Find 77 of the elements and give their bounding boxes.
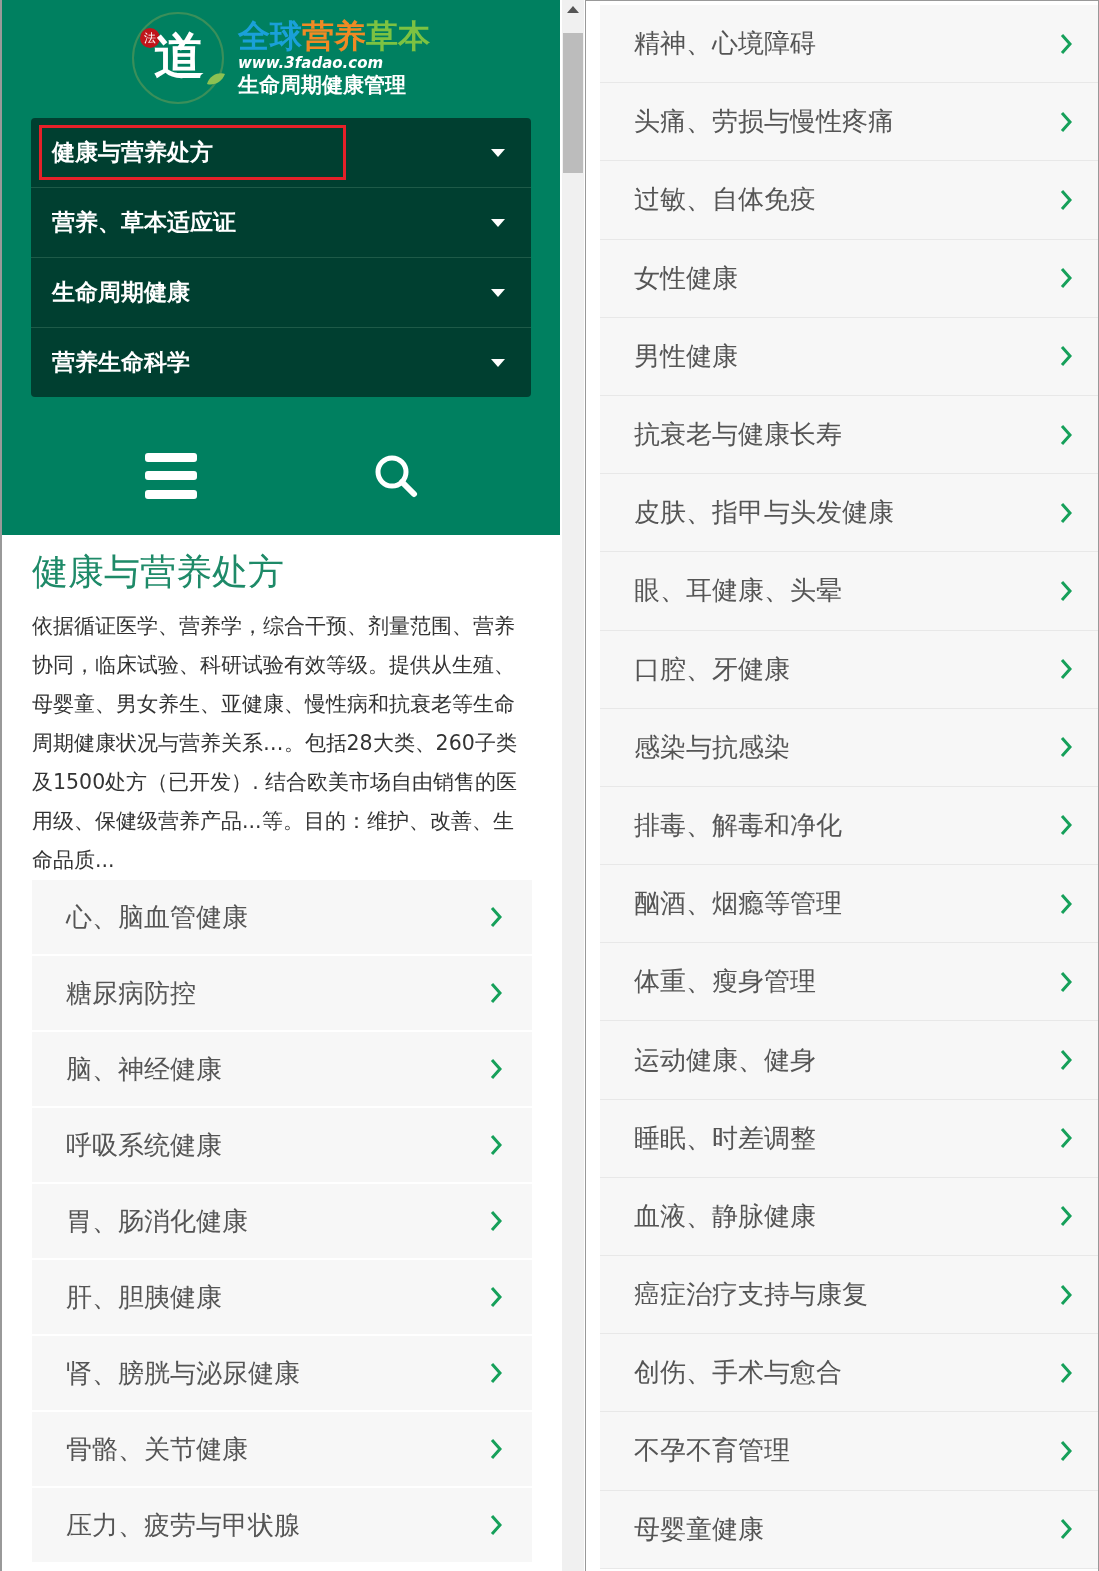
logo-title: 全球营养草本 [238, 18, 430, 54]
category-item[interactable]: 头痛、劳损与慢性疼痛 [600, 83, 1098, 162]
search-icon[interactable] [373, 454, 418, 498]
caret-icon[interactable] [491, 218, 505, 227]
logo-tagline: 生命周期健康管理 [238, 72, 407, 98]
category-item[interactable]: 口腔、牙健康 [600, 630, 1098, 709]
category-item[interactable]: 皮肤、指甲与头发健康 [600, 474, 1098, 553]
scrollbar[interactable] [562, 0, 584, 1571]
caret-icon[interactable] [491, 358, 505, 367]
nav-menu-item[interactable]: 营养、草本适应证 [39, 195, 249, 250]
category-item[interactable]: 感染与抗感染 [600, 708, 1098, 787]
scroll-up-icon[interactable] [567, 6, 579, 13]
chevron-right-icon [1060, 1439, 1072, 1462]
nav-menu-item[interactable]: 生命周期健康 [39, 265, 203, 320]
chevron-right-icon [490, 1514, 502, 1536]
chevron-right-icon [1060, 345, 1072, 368]
chevron-right-icon [1060, 814, 1072, 837]
category-item[interactable]: 癌症治疗支持与康复 [600, 1256, 1098, 1335]
chevron-right-icon [1060, 579, 1072, 602]
category-item[interactable]: 酗酒、烟瘾等管理 [600, 865, 1098, 944]
chevron-right-icon [1060, 892, 1072, 915]
chevron-right-icon [1060, 970, 1072, 993]
chevron-right-icon [1060, 1518, 1072, 1541]
chevron-right-icon [1060, 1127, 1072, 1150]
category-item[interactable]: 精神、心境障碍 [600, 5, 1098, 84]
category-item[interactable]: 糖尿病防控 [32, 956, 532, 1032]
category-item[interactable]: 心、脑血管健康 [32, 880, 532, 956]
category-item[interactable]: 压力、疲劳与甲状腺 [32, 1488, 532, 1564]
chevron-right-icon [1060, 501, 1072, 524]
chevron-right-icon [490, 1438, 502, 1460]
chevron-right-icon [1060, 1361, 1072, 1384]
category-item[interactable]: 呼吸系统健康 [32, 1108, 532, 1184]
menu-icon[interactable] [144, 453, 197, 499]
category-item[interactable]: 排毒、解毒和净化 [600, 786, 1098, 866]
chevron-right-icon [1060, 110, 1072, 133]
category-item[interactable]: 不孕不育管理 [600, 1412, 1098, 1491]
category-item[interactable]: 眼、耳健康、头晕 [600, 552, 1098, 631]
chevron-right-icon [1060, 1283, 1072, 1306]
nav-menu-item[interactable]: 营养生命科学 [39, 335, 203, 390]
category-item[interactable]: 过敏、自体免疫 [600, 161, 1098, 240]
chevron-right-icon [1060, 736, 1072, 759]
logo-url: www.3fadao.com [238, 54, 385, 72]
chevron-right-icon [1060, 188, 1072, 211]
chevron-right-icon [490, 1286, 502, 1308]
chevron-right-icon [1060, 32, 1072, 55]
chevron-right-icon [490, 1210, 502, 1232]
chevron-right-icon [1060, 267, 1072, 290]
caret-icon[interactable] [491, 148, 505, 157]
leaf-icon [206, 72, 226, 86]
chevron-right-icon [490, 1362, 502, 1384]
category-item[interactable]: 运动健康、健身 [600, 1021, 1098, 1100]
category-item[interactable]: 肾、膀胱与泌尿健康 [32, 1336, 532, 1412]
chevron-right-icon [490, 1134, 502, 1156]
chevron-right-icon [1060, 423, 1072, 446]
section-description: 依据循证医学、营养学，综合干预、剂量范围、营养协同，临床试验、科研试验有效等级。提供从生殖、母婴童、男女养生、亚健康、慢性病和抗衰老等生命周期健康状况与营养关系…。包括28大类、260子类及1500处方（已开发）. 结合欧美市场自由销售的医用级、保健级营养产品...等。目的：维护、改善、生命品质... [32, 613, 519, 874]
category-item[interactable]: 肝、胆胰健康 [32, 1260, 532, 1336]
chevron-right-icon [1060, 1205, 1072, 1228]
chevron-right-icon [1060, 658, 1072, 681]
chevron-right-icon [490, 1058, 502, 1080]
category-item[interactable]: 体重、瘦身管理 [600, 943, 1098, 1022]
scrollbar-thumb[interactable] [563, 33, 583, 173]
category-item[interactable]: 骨骼、关节健康 [32, 1412, 532, 1488]
category-item[interactable]: 母婴童健康 [600, 1490, 1098, 1569]
nav-menu-item[interactable]: 健康与营养处方 [39, 125, 346, 180]
category-item[interactable]: 创伤、手术与愈合 [600, 1334, 1098, 1413]
category-item[interactable]: 男性健康 [600, 317, 1098, 396]
chevron-right-icon [490, 906, 502, 928]
category-item[interactable]: 睡眠、时差调整 [600, 1099, 1098, 1178]
category-item[interactable]: 胃、肠消化健康 [32, 1184, 532, 1260]
section-title: 健康与营养处方 [32, 550, 285, 594]
category-item[interactable]: 脑、神经健康 [32, 1032, 532, 1108]
category-item[interactable]: 抗衰老与健康长寿 [600, 395, 1098, 475]
category-item[interactable]: 女性健康 [600, 239, 1098, 318]
caret-icon[interactable] [491, 288, 505, 297]
chevron-right-icon [1060, 1049, 1072, 1072]
category-item[interactable]: 血液、静脉健康 [600, 1177, 1098, 1256]
chevron-right-icon [490, 982, 502, 1004]
